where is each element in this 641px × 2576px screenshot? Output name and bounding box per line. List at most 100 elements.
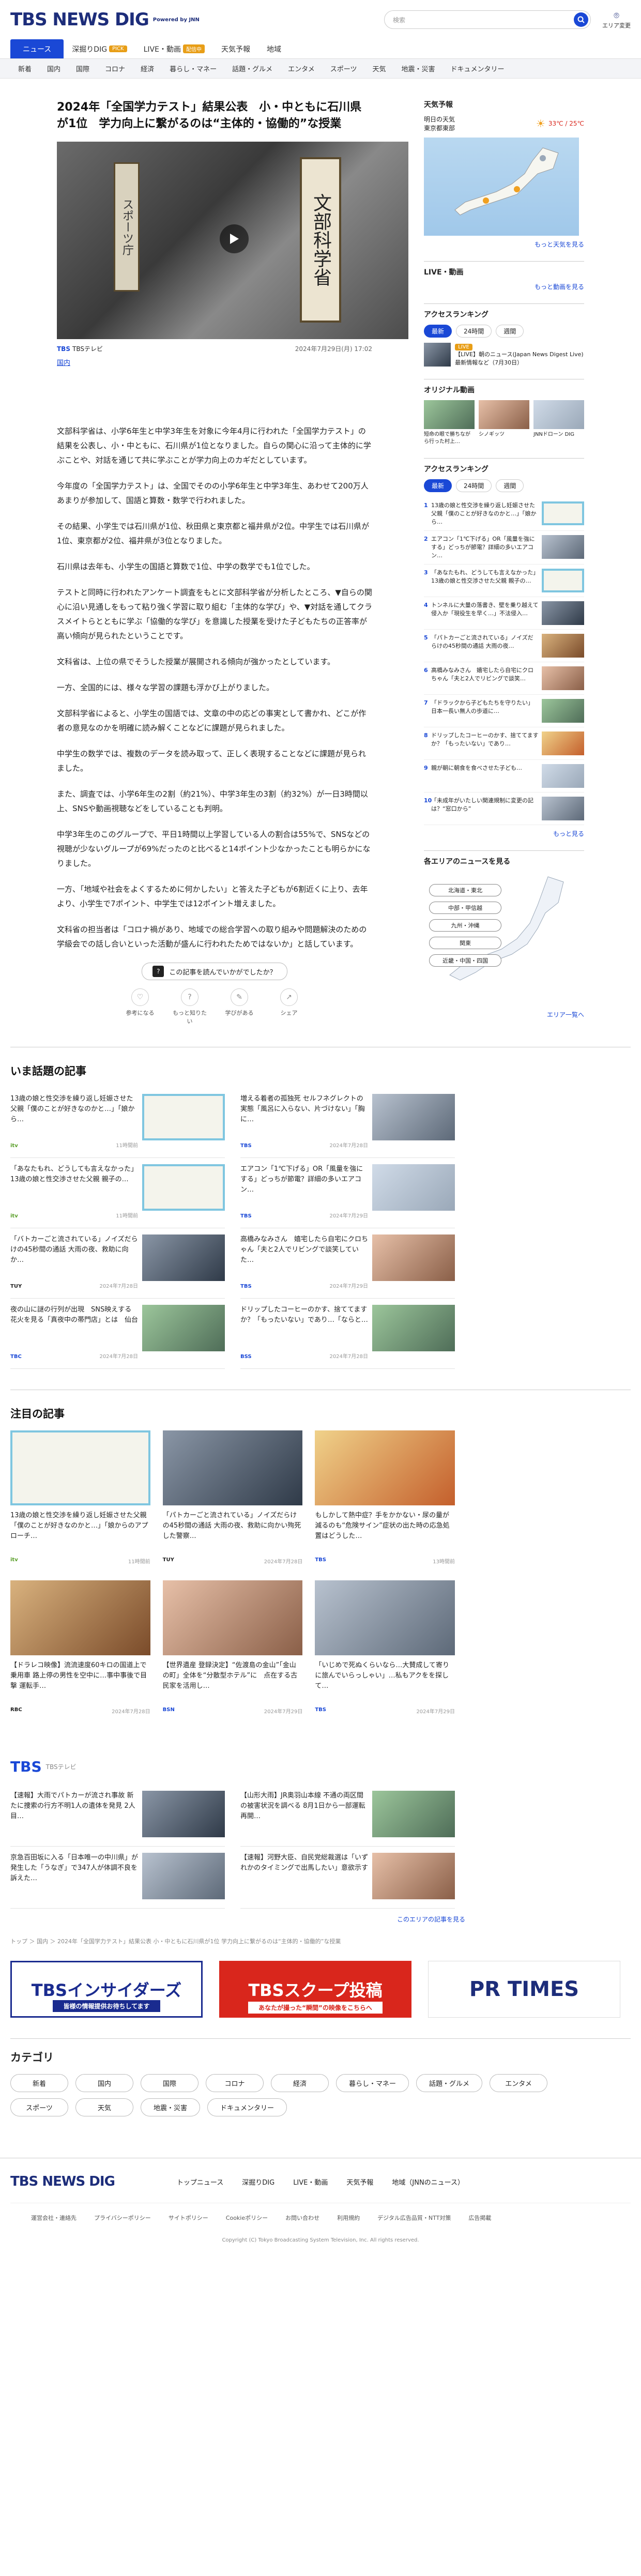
tbs-card[interactable]: 【山形大雨】JR奥羽山本線 不通の両区間の被害状況を調べる 8月1日から一部運転…: [240, 1785, 455, 1847]
ranking-list-tab-24h[interactable]: 24時間: [456, 479, 492, 492]
nav-live[interactable]: LIVE・動画 配信中: [135, 39, 213, 58]
article-card[interactable]: 夜の山に謎の行列が出現 SNS映えする花火を見る「真夜中の帯門店」とは 仙台 TB…: [10, 1299, 225, 1369]
featured-card[interactable]: 【世界遺産 登録決定】“佐渡島の金山”「金山の町」全体を“分散型ホテル”に 点在…: [162, 1580, 303, 1730]
footer-sub-link[interactable]: 利用規約: [337, 2214, 360, 2222]
category-pill[interactable]: 国際: [141, 2074, 199, 2092]
region-button[interactable]: 中部・甲信越: [429, 902, 501, 914]
feedback-learn[interactable]: ✎ 学びがある: [221, 988, 257, 1025]
cat-nav-item[interactable]: 話題・グルメ: [224, 64, 280, 73]
featured-card[interactable]: 「いじめで死ぬくらいなら…大賛成して寄りに旅んでいらっしゃい」…私もアクをを探し…: [315, 1580, 455, 1730]
article-category-link[interactable]: 国内: [57, 357, 372, 367]
nav-dig[interactable]: 深掘りDIG PICK: [64, 39, 135, 58]
footer-link[interactable]: トップニュース: [177, 2177, 223, 2187]
category-pill[interactable]: 話題・グルメ: [416, 2074, 483, 2092]
footer-sub-link[interactable]: 運営会社・連絡先: [31, 2214, 77, 2222]
scoop-banner[interactable]: TBSスクープ投稿 あなたが撮った“瞬間”の映像をこちらへ: [219, 1961, 411, 2018]
live-item[interactable]: LIVE 【LIVE】朝のニュース(Japan News Digest Live…: [424, 343, 584, 367]
nav-region[interactable]: 地域: [258, 39, 289, 58]
footer-sub-link[interactable]: 広告掲載: [468, 2214, 491, 2222]
ranking-item[interactable]: 10 「未成年がいたしい関連規制に変更の記は？“窓口から”: [424, 792, 584, 825]
article-card[interactable]: 「あなたもれ、どうしても言えなかった」13歳の娘と性交渉させた父親 親子の… it…: [10, 1158, 225, 1228]
footer-link[interactable]: 天気予報: [346, 2177, 373, 2187]
cat-nav-item[interactable]: コロナ: [97, 64, 133, 73]
cat-nav-item[interactable]: ドキュメンタリー: [443, 64, 512, 73]
footer-link[interactable]: 地域（JNNのニュース）: [392, 2177, 464, 2187]
ranking-item[interactable]: 3 「あなたもれ、どうしても言えなかった」13歳の娘と性交渉させた父親 親子の…: [424, 565, 584, 597]
region-button[interactable]: 北海道・東北: [429, 884, 501, 896]
ranking-item[interactable]: 7 「ドラックから子どもたちを守りたい」日本一長い無人の歩道に…: [424, 695, 584, 727]
video-player[interactable]: スポーツ庁 文部科学省: [57, 142, 408, 339]
feedback-helpful[interactable]: ♡ 参考になる: [122, 988, 158, 1025]
featured-card[interactable]: 「パトカーごと流されている」ノイズだらけの45秒間の通話 大雨の夜、救助に向かい…: [162, 1430, 303, 1580]
nav-news[interactable]: ニュース: [10, 39, 64, 58]
search-box[interactable]: 検索: [384, 10, 591, 29]
ranking-item[interactable]: 1 13歳の娘と性交渉を繰り返し妊娠させた父親「僕のことが好きなのかと…」「娘から…: [424, 497, 584, 531]
cat-nav-item[interactable]: 国内: [39, 64, 68, 73]
category-pill[interactable]: スポーツ: [10, 2098, 68, 2116]
ranking-item[interactable]: 4 トンネルに大量の落書き、壁を乗り越えて侵入か「現役生を早く…」不法侵入…: [424, 597, 584, 630]
category-pill[interactable]: 天気: [75, 2098, 133, 2116]
category-pill[interactable]: 国内: [75, 2074, 133, 2092]
weather-summary[interactable]: 明日の天気 東京都東部 ☀ 33℃ / 25℃: [424, 115, 584, 132]
weather-more-link[interactable]: もっと天気を見る: [424, 240, 584, 249]
footer-sub-link[interactable]: Cookieポリシー: [226, 2214, 268, 2222]
cat-nav-item[interactable]: 天気: [364, 64, 393, 73]
cat-nav-item[interactable]: 地震・災害: [394, 64, 443, 73]
ranking-item[interactable]: 8 ドリップしたコーヒーのかす、捨ててますか？「もったいない」であり…: [424, 727, 584, 760]
cat-nav-item[interactable]: 経済: [133, 64, 162, 73]
ranking-list-tab-week[interactable]: 週間: [496, 479, 524, 492]
weather-map[interactable]: [424, 138, 579, 236]
article-card[interactable]: 増える着者の孤独死 セルフネグレクトの実態「風呂に入らない、片づけない」「胸に……: [240, 1088, 455, 1158]
article-card[interactable]: エアコン「1℃下げる」OR「風量を強にする」どっちが節電？詳細の多いエアコン… T…: [240, 1158, 455, 1228]
tbs-more-link[interactable]: このエリアの記事を見る: [0, 1915, 465, 1924]
featured-card[interactable]: 13歳の娘と性交渉を繰り返し妊娠させた父親「僕のことが好きなのかと…」「娘からの…: [10, 1430, 150, 1580]
ranking-item[interactable]: 6 高橋みなみさん 嬉宅したら自宅にクロちゃん「夫と2人でリビングで談笑…: [424, 662, 584, 695]
footer-logo[interactable]: TBS NEWS DIG: [10, 2174, 115, 2189]
original-video-item[interactable]: 短命の眼で勝ちながら行った村上…: [424, 400, 475, 446]
ranking-tab-week[interactable]: 週間: [496, 325, 524, 338]
footer-sub-link[interactable]: プライバシーポリシー: [94, 2214, 151, 2222]
insiders-banner[interactable]: TBSインサイダーズ 皆様の情報提供お待ちしてます: [10, 1961, 203, 2018]
footer-sub-link[interactable]: サイトポリシー: [169, 2214, 208, 2222]
region-more-link[interactable]: エリア一覧へ: [424, 1010, 584, 1019]
footer-sub-link[interactable]: デジタル広告品質・NTT対策: [377, 2214, 451, 2222]
tbs-card[interactable]: 京急百田坂に入る「日本唯一の中川県」が発生した「うなぎ」で347人が体調不良を訴…: [10, 1847, 225, 1909]
feedback-more[interactable]: ? もっと知りたい: [172, 988, 208, 1025]
cat-nav-item[interactable]: スポーツ: [323, 64, 365, 73]
live-more-link[interactable]: もっと動画を見る: [424, 282, 584, 291]
ranking-item[interactable]: 2 エアコン「1℃下げる」OR「風量を強にする」どっちが節電？詳細の多いエアコン…: [424, 531, 584, 565]
original-video-item[interactable]: JNNドローン DIG: [533, 400, 584, 446]
ranking-more-link[interactable]: もっと見る: [424, 829, 584, 838]
article-card[interactable]: 13歳の娘と性交渉を繰り返し妊娠させた父親「僕のことが好きなのかと…」「娘から……: [10, 1088, 225, 1158]
region-button[interactable]: 近畿・中国・四国: [429, 954, 501, 967]
prtimes-banner[interactable]: PR TIMES: [428, 1961, 620, 2018]
featured-card[interactable]: 【ドラレコ映像】流流速度60キロの国道上で乗用車 路上停の男性を空中に…事中事後…: [10, 1580, 150, 1730]
category-pill[interactable]: コロナ: [206, 2074, 264, 2092]
footer-link[interactable]: 深掘りDIG: [242, 2177, 274, 2187]
region-button[interactable]: 九州・沖縄: [429, 919, 501, 932]
feedback-share[interactable]: ↗ シェア: [271, 988, 307, 1025]
nav-weather[interactable]: 天気予報: [213, 39, 258, 58]
ranking-tab-24h[interactable]: 24時間: [456, 325, 492, 338]
footer-sub-link[interactable]: お問い合わせ: [285, 2214, 319, 2222]
category-pill[interactable]: 地震・災害: [141, 2098, 201, 2116]
breadcrumb[interactable]: トップ ＞ 国内 ＞ 2024年「全国学力テスト」結果公表 小・中ともに石川県が…: [10, 1937, 631, 1945]
area-change-button[interactable]: ⌾ エリア変更: [602, 10, 631, 29]
article-card[interactable]: 高橋みなみさん 嬉宅したら自宅にクロちゃん「夫と2人でリビングで談笑していた… T…: [240, 1228, 455, 1299]
category-pill[interactable]: 経済: [271, 2074, 329, 2092]
article-card[interactable]: ドリップしたコーヒーのかす、捨ててますか？「もったいない」であり…「ならと… BS…: [240, 1299, 455, 1369]
cat-nav-item[interactable]: 新着: [10, 64, 39, 73]
category-pill[interactable]: エンタメ: [490, 2074, 548, 2092]
site-logo[interactable]: TBS NEWS DIG: [10, 9, 149, 30]
cat-nav-item[interactable]: 暮らし・マネー: [162, 64, 224, 73]
featured-card[interactable]: もしかして熱中症？手をかかない・尿の量が減るのも“危険サイン”症状の出た時の応急…: [315, 1430, 455, 1580]
ranking-tab-latest[interactable]: 最新: [424, 325, 452, 338]
search-button[interactable]: [574, 12, 588, 27]
feedback-button[interactable]: ? この記事を読んでいかがでしたか？: [142, 963, 287, 980]
ranking-list-tab-latest[interactable]: 最新: [424, 479, 452, 492]
tbs-card[interactable]: 【速報】河野大臣、自民党総裁選は「いずれかのタイミングで出馬したい」意欲示す: [240, 1847, 455, 1909]
play-button[interactable]: [220, 224, 249, 253]
tbs-card[interactable]: 【速報】大雨でパトカーが流され事故 新たに捜索の行方不明1人の遺体を発見 2人目…: [10, 1785, 225, 1847]
cat-nav-item[interactable]: エンタメ: [280, 64, 323, 73]
ranking-item[interactable]: 5 「パトカーごと流されている」ノイズだらけの45秒間の通話 大雨の夜…: [424, 630, 584, 662]
